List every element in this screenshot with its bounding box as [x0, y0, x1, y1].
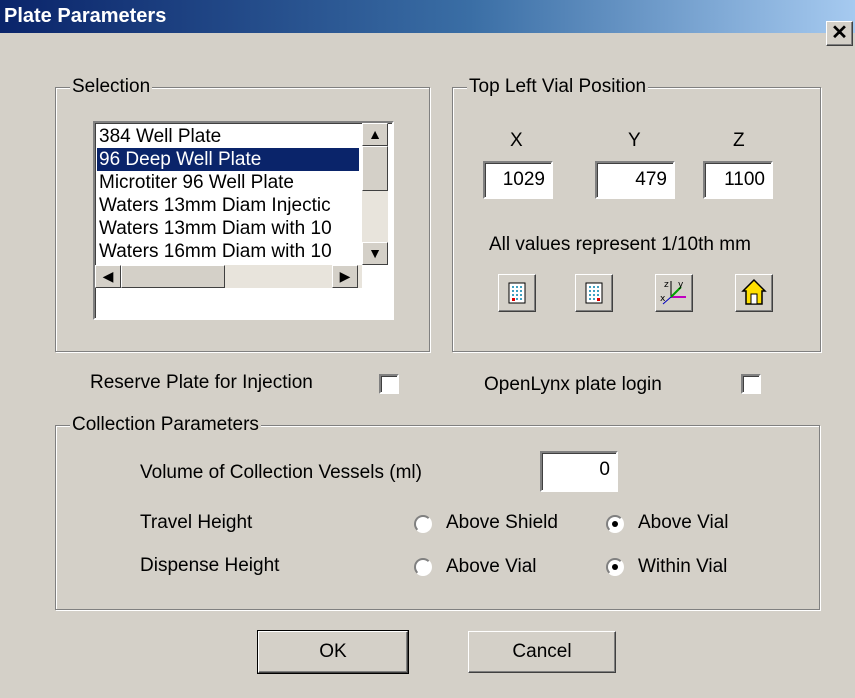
bottom-right-vial-button[interactable] — [575, 274, 613, 312]
travel-above-shield-label: Above Shield — [446, 512, 558, 533]
y-label: Y — [628, 130, 641, 151]
svg-text:z: z — [664, 280, 669, 290]
vertical-scrollbar[interactable]: ▲ ▼ — [362, 123, 388, 265]
xyz-calibrate-button[interactable]: z y x — [655, 274, 693, 312]
cancel-button[interactable]: Cancel — [468, 631, 616, 673]
arrow-down-icon: ▼ — [368, 245, 382, 261]
scroll-down-button[interactable]: ▼ — [362, 242, 388, 265]
home-icon — [741, 278, 767, 305]
close-icon: ✕ — [831, 22, 848, 44]
plate-parameters-dialog: Plate Parameters ✕ Selection 384 Well Pl… — [0, 0, 855, 698]
x-label: X — [510, 130, 523, 151]
reserve-plate-label: Reserve Plate for Injection — [90, 372, 313, 393]
list-item-selected[interactable]: 96 Deep Well Plate — [97, 148, 359, 171]
selection-group: Selection 384 Well Plate 96 Deep Well Pl… — [55, 76, 430, 352]
close-button[interactable]: ✕ — [826, 21, 853, 46]
plate-type-list[interactable]: 384 Well Plate 96 Deep Well Plate Microt… — [93, 121, 394, 320]
dispense-above-vial-label: Above Vial — [446, 556, 537, 577]
reserve-plate-checkbox[interactable] — [379, 374, 399, 394]
z-position-input[interactable]: 1100 — [703, 161, 773, 199]
svg-text:x: x — [660, 294, 666, 304]
z-label: Z — [733, 130, 745, 151]
selection-legend: Selection — [70, 76, 153, 98]
openlynx-login-label: OpenLynx plate login — [484, 374, 662, 395]
list-item[interactable]: Waters 13mm Diam Injectic — [99, 194, 331, 217]
scroll-up-button[interactable]: ▲ — [362, 123, 388, 146]
volume-input[interactable]: 0 — [540, 451, 618, 492]
list-item[interactable]: 384 Well Plate — [99, 125, 221, 148]
collection-parameters-legend: Collection Parameters — [70, 414, 261, 436]
scroll-right-button[interactable]: ▶ — [332, 265, 358, 288]
x-position-input[interactable]: 1029 — [483, 161, 553, 199]
horizontal-scroll-thumb[interactable] — [121, 265, 225, 288]
top-left-vial-button[interactable] — [498, 274, 536, 312]
list-item[interactable]: Waters 16mm Diam with 10 — [99, 240, 332, 263]
home-button[interactable] — [735, 274, 773, 312]
dispense-within-vial-radio[interactable] — [606, 558, 624, 576]
openlynx-login-checkbox[interactable] — [741, 374, 761, 394]
horizontal-scrollbar[interactable]: ◀ ▶ — [95, 265, 362, 288]
dispense-above-vial-radio[interactable] — [414, 558, 432, 576]
dispense-height-label: Dispense Height — [140, 555, 280, 576]
dispense-within-vial-label: Within Vial — [638, 556, 728, 577]
travel-above-vial-radio[interactable] — [606, 515, 624, 533]
xyz-axes-icon: z y x — [660, 280, 686, 305]
vial-position-group: Top Left Vial Position X Y Z 1029 479 11… — [452, 76, 821, 352]
y-position-input[interactable]: 479 — [595, 161, 675, 199]
scroll-left-button[interactable]: ◀ — [95, 265, 121, 288]
travel-above-shield-radio[interactable] — [414, 515, 432, 533]
arrow-right-icon: ▶ — [339, 268, 351, 284]
travel-height-label: Travel Height — [140, 512, 253, 533]
vertical-scroll-thumb[interactable] — [362, 146, 388, 191]
units-note: All values represent 1/10th mm — [489, 234, 751, 255]
grid-top-left-icon — [508, 282, 526, 304]
arrow-left-icon: ◀ — [102, 268, 114, 284]
dialog-title: Plate Parameters — [4, 5, 167, 27]
svg-text:y: y — [678, 280, 684, 290]
title-bar: Plate Parameters — [0, 0, 855, 33]
volume-label: Volume of Collection Vessels (ml) — [140, 462, 422, 483]
vial-position-legend: Top Left Vial Position — [467, 76, 649, 98]
collection-parameters-group: Collection Parameters Volume of Collecti… — [55, 414, 820, 610]
ok-button[interactable]: OK — [257, 630, 409, 674]
travel-above-vial-label: Above Vial — [638, 512, 729, 533]
grid-bottom-right-icon — [585, 282, 603, 304]
arrow-up-icon: ▲ — [368, 126, 382, 142]
list-item[interactable]: Waters 13mm Diam with 10 — [99, 217, 332, 240]
list-item[interactable]: Microtiter 96 Well Plate — [99, 171, 294, 194]
